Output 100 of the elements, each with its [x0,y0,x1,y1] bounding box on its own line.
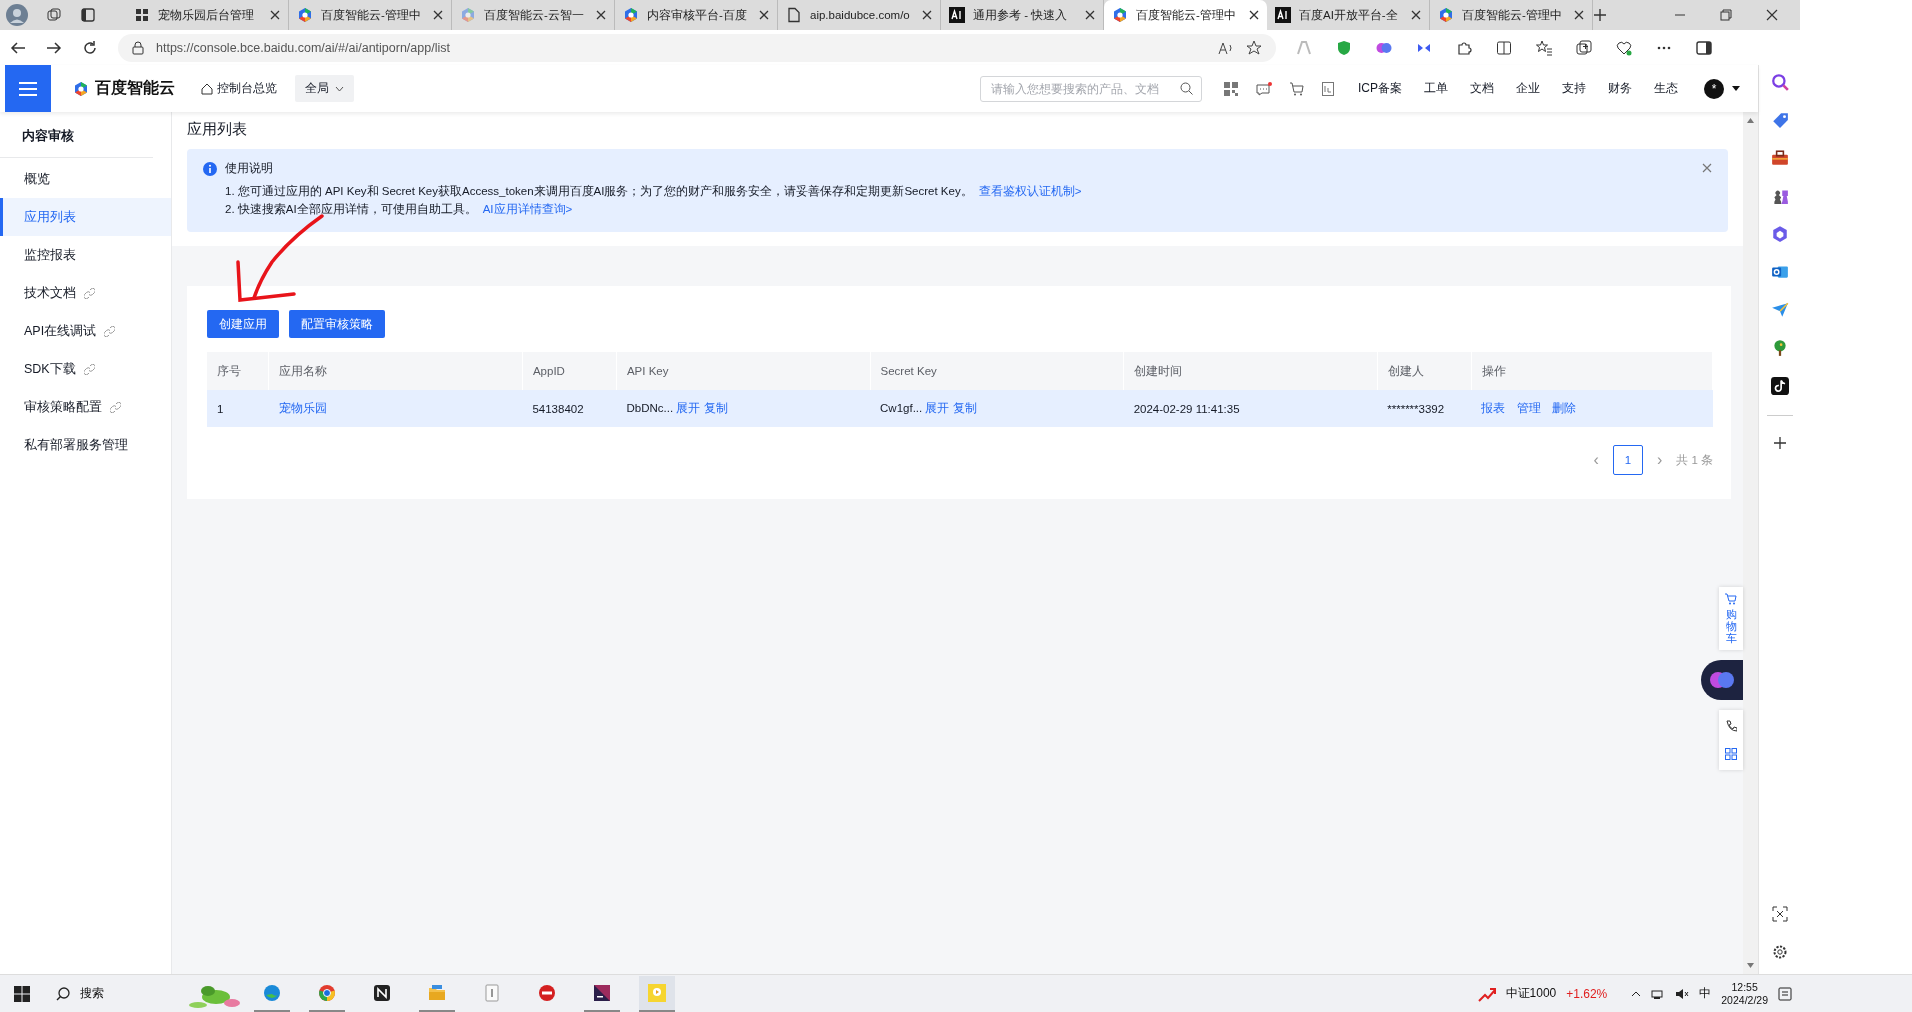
split-screen-icon[interactable] [1496,39,1512,56]
browser-tab[interactable]: 内容审核平台-百度 [615,0,778,30]
app-name-link[interactable]: 宠物乐园 [278,402,327,414]
puzzle-icon[interactable] [1456,39,1472,56]
nav-link[interactable]: 生态 [1654,80,1678,97]
close-icon[interactable] [1085,10,1095,20]
taskbar-search[interactable]: 搜索 [46,975,186,1012]
message-icon[interactable] [1256,81,1272,96]
mail-icon[interactable] [1770,263,1789,281]
close-icon[interactable] [1249,10,1259,20]
browser-tab[interactable]: 百度智能云-管理中 [1430,0,1593,30]
scope-dropdown[interactable]: 全局 [295,75,354,102]
nav-link[interactable]: 企业 [1516,80,1540,97]
no-entry-icon[interactable] [538,983,556,1002]
sidebar-item[interactable]: 技术文档 [0,274,171,312]
nav-link[interactable]: 支持 [1562,80,1586,97]
brain-icon[interactable] [1699,660,1743,701]
settings-icon[interactable] [1771,944,1788,960]
close-icon[interactable] [1766,9,1778,21]
scrollbar[interactable] [1743,112,1758,974]
sidebar-item[interactable]: SDK下载 [0,350,171,388]
back-icon[interactable] [10,39,26,56]
sidebar-toggle-icon[interactable] [1696,39,1712,56]
cart-tab[interactable]: 购物车 [1719,587,1743,651]
close-icon[interactable] [759,10,769,20]
nav-link[interactable]: 工单 [1424,80,1448,97]
notepad-icon[interactable] [483,983,501,1002]
sidebar-item[interactable]: 私有部署服务管理 [0,426,171,464]
notice-link[interactable]: AI应用详情查询> [482,203,573,215]
nav-link[interactable]: 文档 [1470,80,1494,97]
row-action-link[interactable]: 报表 [1481,402,1506,414]
profile-avatar-icon[interactable] [6,4,28,26]
row-action-link[interactable]: 管理 [1516,402,1541,414]
close-icon[interactable] [270,10,280,20]
configure-policy-button[interactable]: 配置审核策略 [289,310,385,338]
heartbeat-icon[interactable] [1616,39,1632,56]
tab-actions-icon[interactable] [80,7,96,23]
sidebar-item[interactable]: API在线调试 [0,312,171,350]
close-icon[interactable] [433,10,443,20]
favorite-star-icon[interactable] [1246,39,1262,56]
nav-link[interactable]: ICP备案 [1358,80,1402,97]
network-icon[interactable] [1651,987,1666,1000]
read-aloud-icon[interactable] [1218,40,1234,55]
caret-down-icon[interactable] [1732,86,1740,91]
music-note-icon[interactable] [1770,377,1789,395]
clock[interactable]: 12:55 2024/2/29 [1721,980,1768,1007]
favorites-icon[interactable] [1536,39,1552,56]
key-action-link[interactable]: 展开 [676,402,701,414]
browser-tab[interactable]: 百度智能云-管理中 [289,0,452,30]
cart-icon[interactable] [1290,81,1304,96]
browser-tab[interactable]: 百度AI开放平台-全 [1267,0,1430,30]
browser-tab[interactable]: 宠物乐园后台管理 [126,0,289,30]
user-avatar[interactable]: * [1704,78,1724,99]
menu-button[interactable] [5,65,51,112]
browser-icon[interactable] [263,983,281,1002]
page-number-button[interactable]: 1 [1612,445,1643,475]
copilot-icon[interactable] [1770,225,1789,243]
key-action-link[interactable]: 复制 [952,402,977,414]
address-bar[interactable]: https://console.bce.baidu.com/ai/#/ai/antiporn/app/list [118,33,1276,62]
input-method-indicator[interactable]: 中 [1699,985,1712,1002]
table-row[interactable]: 1 宠物乐园 54138402 DbDNc... 展开 复制 Cw1gf... 展开 复制 2024-02-29 11:41:35 *******3392 报表 管理 删除 [207,390,1713,427]
browser-tab[interactable]: 通用参考 - 快速入 [941,0,1104,30]
key-action-link[interactable]: 复制 [703,402,728,414]
key-action-link[interactable]: 展开 [925,402,950,414]
close-icon[interactable] [1574,10,1584,20]
notification-icon[interactable] [1778,986,1792,1001]
console-link[interactable]: 控制台总览 [201,80,277,97]
toolbox-icon[interactable] [1770,149,1789,167]
invoice-icon[interactable] [1322,81,1334,96]
new-tab-icon[interactable] [1593,8,1607,22]
close-icon[interactable] [1411,10,1421,20]
sidebar-item[interactable]: 应用列表 [0,198,171,236]
reload-icon[interactable] [82,39,98,56]
brand-logo-text[interactable]: 百度智能云 [95,78,175,99]
ide-icon[interactable] [593,983,611,1002]
forward-icon[interactable] [46,39,62,56]
restore-icon[interactable] [1720,9,1732,21]
close-icon[interactable] [922,10,932,20]
sidebar-item[interactable]: 监控报表 [0,236,171,274]
sidebar-item[interactable]: 概览 [0,160,171,198]
row-action-link[interactable]: 删除 [1552,402,1577,414]
search-field[interactable]: 请输入您想要搜索的产品、文档 [980,75,1202,102]
folder-icon[interactable] [428,983,446,1002]
create-app-button[interactable]: 创建应用 [207,310,279,338]
browser-tab[interactable]: 百度智能云-云智一 [452,0,615,30]
chevron-up-icon[interactable] [1631,990,1642,997]
close-icon[interactable] [596,10,606,20]
phone-icon[interactable] [1725,720,1737,733]
sidebar-item[interactable]: 审核策略配置 [0,388,171,426]
workspaces-icon[interactable] [46,7,62,23]
browser-tab[interactable]: 百度智能云-管理中 [1104,0,1267,30]
add-icon[interactable] [1772,436,1787,450]
speaker-muted-icon[interactable] [1675,987,1690,1000]
windows-start-icon[interactable] [14,985,30,1002]
notes-app-icon[interactable] [373,983,391,1002]
stock-chart-icon[interactable] [1477,985,1496,1002]
browser-tab[interactable]: aip.baidubce.com/o [778,0,941,30]
collections-icon[interactable] [1576,39,1592,56]
notice-link[interactable]: 查看鉴权认证机制> [978,185,1082,197]
screenshot-icon[interactable] [1771,906,1788,922]
